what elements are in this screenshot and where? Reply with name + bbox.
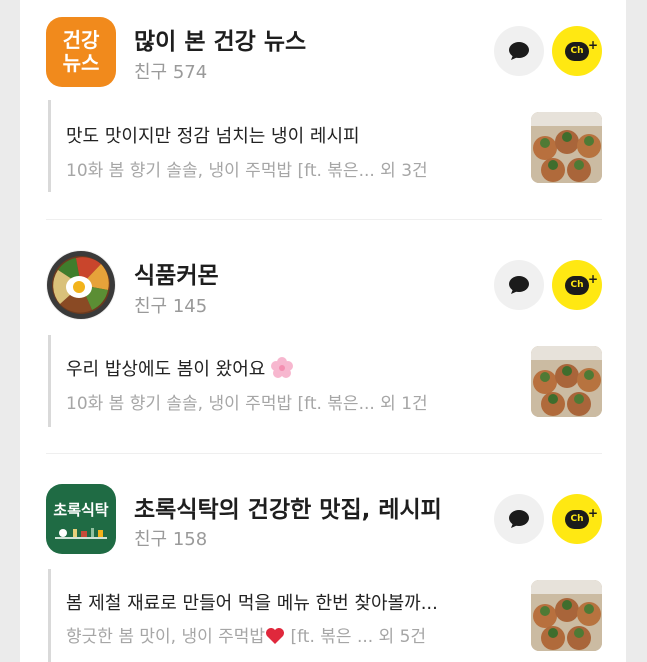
- channel-avatar-food[interactable]: [46, 250, 116, 320]
- channel-avatar-green[interactable]: 초록식탁: [46, 484, 116, 554]
- avatar-text-line: 건강: [62, 28, 100, 52]
- channel-add-icon: Ch +: [565, 272, 598, 295]
- post-thumbnail[interactable]: [531, 112, 602, 183]
- post-indicator-bar: [48, 569, 51, 662]
- post-thumbnail[interactable]: [531, 580, 602, 651]
- post-title[interactable]: 우리 밥상에도 봄이 왔어요: [66, 355, 294, 381]
- card-divider: [46, 453, 602, 454]
- channel-add-label: Ch: [570, 280, 584, 290]
- channel-add-label: Ch: [570, 514, 584, 524]
- channel-friend-count: 친구 574: [134, 62, 208, 83]
- channel-name[interactable]: 많이 본 건강 뉴스: [134, 22, 306, 56]
- card-divider: [46, 219, 602, 220]
- plus-icon: +: [587, 271, 598, 286]
- plus-icon: +: [587, 37, 598, 52]
- cherry-blossom-icon: [271, 357, 294, 378]
- channel-friend-count: 친구 145: [134, 296, 208, 317]
- channel-add-icon: Ch +: [565, 506, 598, 529]
- post-indicator-bar: [48, 100, 51, 192]
- post-title[interactable]: 맛도 맛이지만 정감 넘치는 냉이 레시피: [66, 122, 360, 148]
- heart-icon: [266, 628, 285, 644]
- avatar-text-line: 초록식탁: [53, 500, 109, 519]
- bibimbap-image: [47, 251, 115, 319]
- channel-name[interactable]: 식품커몬: [134, 256, 219, 290]
- speech-bubble-icon: [509, 276, 529, 294]
- post-subtitle-text: 향긋한 봄 맛이, 냉이 주먹밥: [66, 627, 266, 647]
- plus-icon: +: [587, 505, 598, 520]
- speech-bubble-icon: [509, 42, 529, 60]
- chat-button[interactable]: [494, 260, 544, 310]
- post-title[interactable]: 봄 제철 재료로 만들어 먹을 메뉴 한번 찾아볼까...: [66, 589, 438, 615]
- channel-friend-count: 친구 158: [134, 529, 208, 550]
- post-subtitle[interactable]: 10화 봄 향기 솔솔, 냉이 주먹밥 [ft. 볶은... 외 3건: [66, 156, 428, 181]
- add-channel-button[interactable]: Ch +: [552, 26, 602, 76]
- post-thumbnail[interactable]: [531, 346, 602, 417]
- chat-button[interactable]: [494, 494, 544, 544]
- post-title-text: 우리 밥상에도 봄이 왔어요: [66, 359, 266, 380]
- avatar-text-line: 뉴스: [62, 51, 100, 75]
- channel-add-icon: Ch +: [565, 38, 598, 61]
- channel-list-panel: 건강 뉴스 많이 본 건강 뉴스 친구 574 Ch + 맛도 맛이지만 정감 …: [20, 0, 626, 662]
- chat-button[interactable]: [494, 26, 544, 76]
- speech-bubble-icon: [509, 510, 529, 528]
- channel-add-label: Ch: [570, 46, 584, 56]
- post-subtitle-text: [ft. 볶은 ... 외 5건: [285, 627, 427, 647]
- rice-ball-image: [531, 580, 602, 651]
- channel-name[interactable]: 초록식탁의 건강한 맛집, 레시피: [134, 490, 442, 524]
- post-subtitle[interactable]: 향긋한 봄 맛이, 냉이 주먹밥 [ft. 볶은 ... 외 5건: [66, 622, 426, 647]
- post-subtitle[interactable]: 10화 봄 향기 솔솔, 냉이 주먹밥 [ft. 볶은... 외 1건: [66, 389, 428, 414]
- channel-avatar-news[interactable]: 건강 뉴스: [46, 17, 116, 87]
- table-setting-icon: [55, 527, 107, 539]
- post-indicator-bar: [48, 335, 51, 427]
- rice-ball-image: [531, 346, 602, 417]
- add-channel-button[interactable]: Ch +: [552, 260, 602, 310]
- rice-ball-image: [531, 112, 602, 183]
- add-channel-button[interactable]: Ch +: [552, 494, 602, 544]
